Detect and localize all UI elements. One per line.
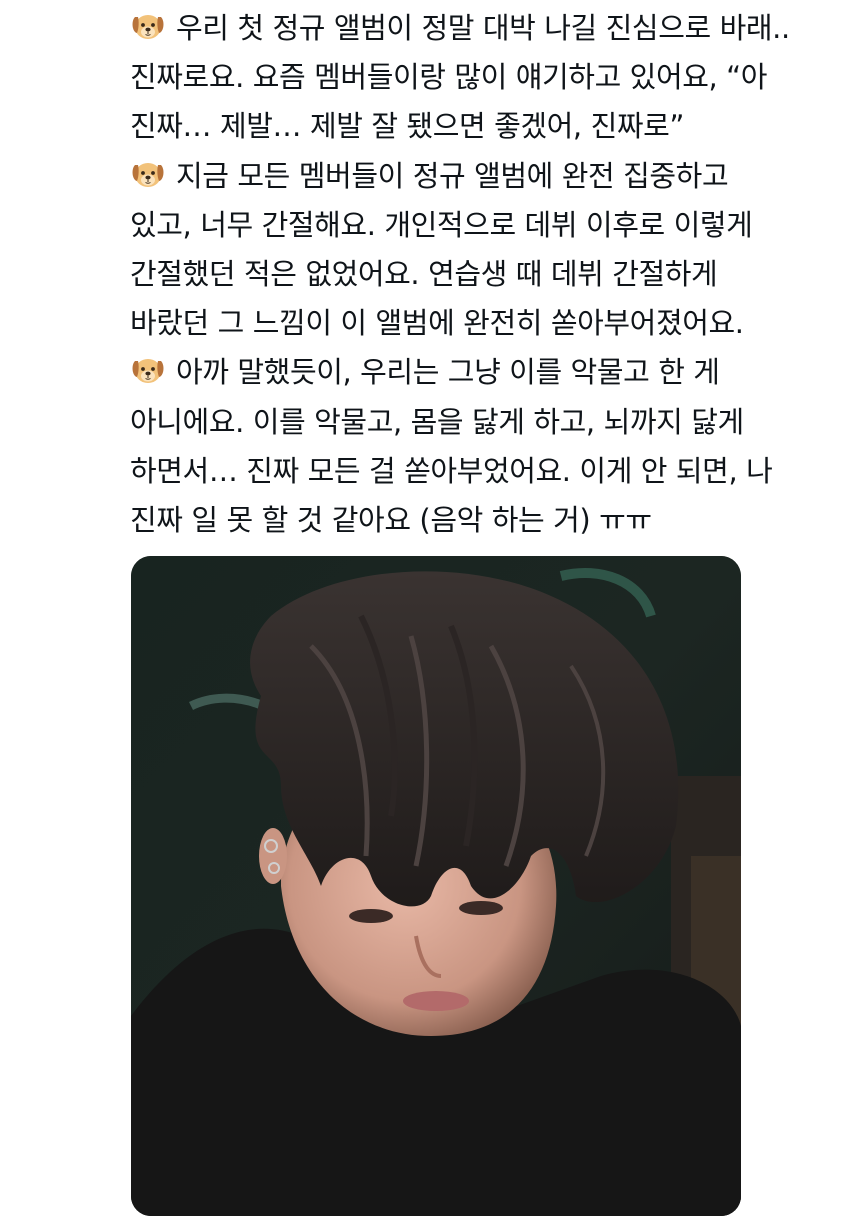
- tweet-text: 우리 첫 정규 앨범이 정말 대박 나길 진심으로 바래.. 진짜로요. 요즘 …: [130, 4, 845, 545]
- tweet-line: 바랐던 그 느낌이 이 앨범에 완전히 쏟아부어졌어요.: [130, 299, 845, 348]
- tweet-photo[interactable]: [131, 556, 741, 1216]
- tweet-line: 진짜… 제발… 제발 잘 됐으면 좋겠어, 진짜로”: [130, 102, 845, 151]
- tweet-line-text: 간절했던 적은 없었어요. 연습생 때 데뷔 간절하게: [130, 256, 718, 291]
- tweet-line: 진짜 일 못 할 것 같아요 (음악 하는 거) ㅠㅠ: [130, 496, 845, 545]
- tweet-line-text: 하면서… 진짜 모든 걸 쏟아부었어요. 이게 안 되면, 나: [130, 453, 773, 488]
- tweet-post: 우리 첫 정규 앨범이 정말 대박 나길 진심으로 바래.. 진짜로요. 요즘 …: [0, 0, 850, 1216]
- tweet-line: 우리 첫 정규 앨범이 정말 대박 나길 진심으로 바래..: [130, 4, 845, 53]
- tweet-line-text: 진짜 일 못 할 것 같아요 (음악 하는 거) ㅠㅠ: [130, 502, 652, 537]
- tweet-line-text: 진짜로요. 요즘 멤버들이랑 많이 얘기하고 있어요, “아: [130, 60, 768, 95]
- tweet-line-text: 바랐던 그 느낌이 이 앨범에 완전히 쏟아부어졌어요.: [130, 306, 744, 341]
- tweet-line: 지금 모든 멤버들이 정규 앨범에 완전 집중하고: [130, 152, 845, 201]
- tweet-line-text: 아까 말했듯이, 우리는 그냥 이를 악물고 한 게: [176, 355, 720, 390]
- tweet-line-text: 아니에요. 이를 악물고, 몸을 닳게 하고, 뇌까지 닳게: [130, 404, 744, 439]
- person-photo: [131, 556, 741, 1216]
- dog-face-icon: [132, 359, 164, 384]
- tweet-line: 하면서… 진짜 모든 걸 쏟아부었어요. 이게 안 되면, 나: [130, 447, 845, 496]
- tweet-line: 있고, 너무 간절해요. 개인적으로 데뷔 이후로 이렇게: [130, 201, 845, 250]
- tweet-line: 아까 말했듯이, 우리는 그냥 이를 악물고 한 게: [130, 348, 845, 397]
- tweet-line-text: 진짜… 제발… 제발 잘 됐으면 좋겠어, 진짜로”: [130, 109, 685, 144]
- tweet-line-text: 있고, 너무 간절해요. 개인적으로 데뷔 이후로 이렇게: [130, 207, 753, 242]
- tweet-line: 간절했던 적은 없었어요. 연습생 때 데뷔 간절하게: [130, 250, 845, 299]
- dog-face-icon: [132, 162, 164, 187]
- tweet-line-text: 우리 첫 정규 앨범이 정말 대박 나길 진심으로 바래..: [176, 11, 790, 45]
- tweet-line: 아니에요. 이를 악물고, 몸을 닳게 하고, 뇌까지 닳게: [130, 398, 845, 447]
- dog-face-icon: [132, 15, 164, 39]
- tweet-line-text: 지금 모든 멤버들이 정규 앨범에 완전 집중하고: [176, 158, 729, 193]
- tweet-line: 진짜로요. 요즘 멤버들이랑 많이 얘기하고 있어요, “아: [130, 53, 845, 102]
